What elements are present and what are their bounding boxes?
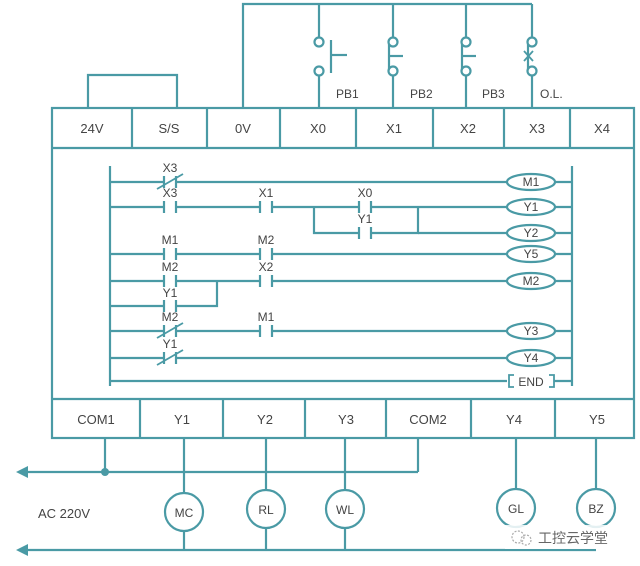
- load-label: BZ: [588, 502, 603, 516]
- arrow-left-icon: [16, 544, 28, 556]
- contact-label: M2: [258, 233, 275, 247]
- terminal-y1: Y1: [174, 412, 190, 427]
- rung-1: X3: [110, 161, 507, 190]
- load-gl: GL: [495, 438, 537, 529]
- coil-label: Y1: [524, 200, 539, 214]
- pb3-switch: PB3: [460, 4, 505, 108]
- output-terminal-strip: COM1 Y1 Y2 Y3 COM2 Y4 Y5: [52, 397, 634, 438]
- watermark: 工控云学堂: [505, 525, 635, 549]
- terminal-24v: 24V: [80, 121, 103, 136]
- contact-label: M2: [162, 260, 179, 274]
- input-terminal-strip: 24V S/S 0V X0 X1 X2 X3 X4: [52, 108, 634, 150]
- rung-end: END: [110, 374, 572, 389]
- terminal-y3: Y3: [338, 412, 354, 427]
- terminal-y4: Y4: [506, 412, 522, 427]
- rung-5: M2 M1: [110, 310, 507, 339]
- terminal-x0: X0: [310, 121, 326, 136]
- switch-wiring: PB1 PB2 PB3 O.L.: [86, 2, 563, 108]
- coil-y1: Y1: [505, 197, 572, 217]
- overload-contact: O.L.: [523, 4, 563, 108]
- contact-label: X0: [358, 186, 373, 200]
- terminal-dot: [313, 65, 325, 77]
- load-wl: WL: [324, 438, 366, 550]
- plc-body: [50, 106, 636, 440]
- terminal-y5: Y5: [589, 412, 605, 427]
- coil-y2: Y2: [505, 223, 572, 243]
- terminal-x3: X3: [529, 121, 545, 136]
- coil-y3: Y3: [505, 321, 572, 341]
- pb1-switch: PB1: [313, 4, 359, 108]
- pb2-label: PB2: [410, 87, 433, 101]
- junction-dot: [101, 468, 109, 476]
- terminal-x2: X2: [460, 121, 476, 136]
- arrow-left-icon: [16, 466, 28, 478]
- terminal-x4: X4: [594, 121, 610, 136]
- load-label: WL: [336, 503, 354, 517]
- coil-y5: Y5: [505, 244, 572, 264]
- coil-m1: M1: [505, 172, 572, 192]
- ladder-program: X3 X3 X1 X0 Y1 M1 M2 M2 Y1 X2 M2 M1 Y1 E…: [108, 161, 574, 389]
- contact-label: X3: [163, 161, 178, 175]
- power-label: AC 220V: [38, 506, 90, 521]
- load-mc: MC: [163, 438, 205, 550]
- load-label: GL: [508, 502, 524, 516]
- coil-label: Y5: [524, 247, 539, 261]
- terminal-ss: S/S: [159, 121, 180, 136]
- contact-label: M2: [162, 310, 179, 324]
- jumper-24v-ss: [86, 73, 179, 108]
- load-label: RL: [258, 503, 274, 517]
- contact-label: Y1: [163, 337, 178, 351]
- load-rl: RL: [245, 438, 287, 550]
- contact-label: Y1: [358, 212, 373, 226]
- terminal-com1: COM1: [77, 412, 115, 427]
- terminal-y2: Y2: [257, 412, 273, 427]
- coil-label: M1: [523, 175, 540, 189]
- coil-m2: M2: [505, 271, 572, 291]
- plc-wiring-diagram: PB1 PB2 PB3 O.L. 24V S/S 0V X0 X1 X2 X3 …: [16, 2, 636, 556]
- load-label: MC: [175, 506, 194, 520]
- watermark-text: 工控云学堂: [538, 530, 608, 546]
- pb1-label: PB1: [336, 87, 359, 101]
- coil-label: Y3: [524, 324, 539, 338]
- rung-3: M1 M2: [110, 233, 507, 260]
- contact-label: Y1: [163, 286, 178, 300]
- terminal-dot: [313, 36, 325, 48]
- rung-6: Y1: [110, 337, 507, 366]
- coil-label: Y2: [524, 226, 539, 240]
- contact-label: X1: [259, 186, 274, 200]
- contact-label: M1: [162, 233, 179, 247]
- contact-label: M1: [258, 310, 275, 324]
- coil-label: Y4: [524, 351, 539, 365]
- pb3-label: PB3: [482, 87, 505, 101]
- load-bz: BZ: [575, 438, 617, 529]
- contact-label: X2: [259, 260, 274, 274]
- terminal-0v: 0V: [235, 121, 251, 136]
- pb2-switch: PB2: [387, 4, 433, 108]
- coil-label: M2: [523, 274, 540, 288]
- coil-y4: Y4: [505, 348, 572, 368]
- rung-2: X3 X1 X0 Y1: [110, 186, 507, 239]
- terminal-com2: COM2: [409, 412, 447, 427]
- rung-4: M2 Y1 X2: [110, 260, 507, 312]
- terminal-x1: X1: [386, 121, 402, 136]
- contact-label: X3: [163, 186, 178, 200]
- ol-label: O.L.: [540, 87, 563, 101]
- end-instruction: END: [518, 375, 544, 389]
